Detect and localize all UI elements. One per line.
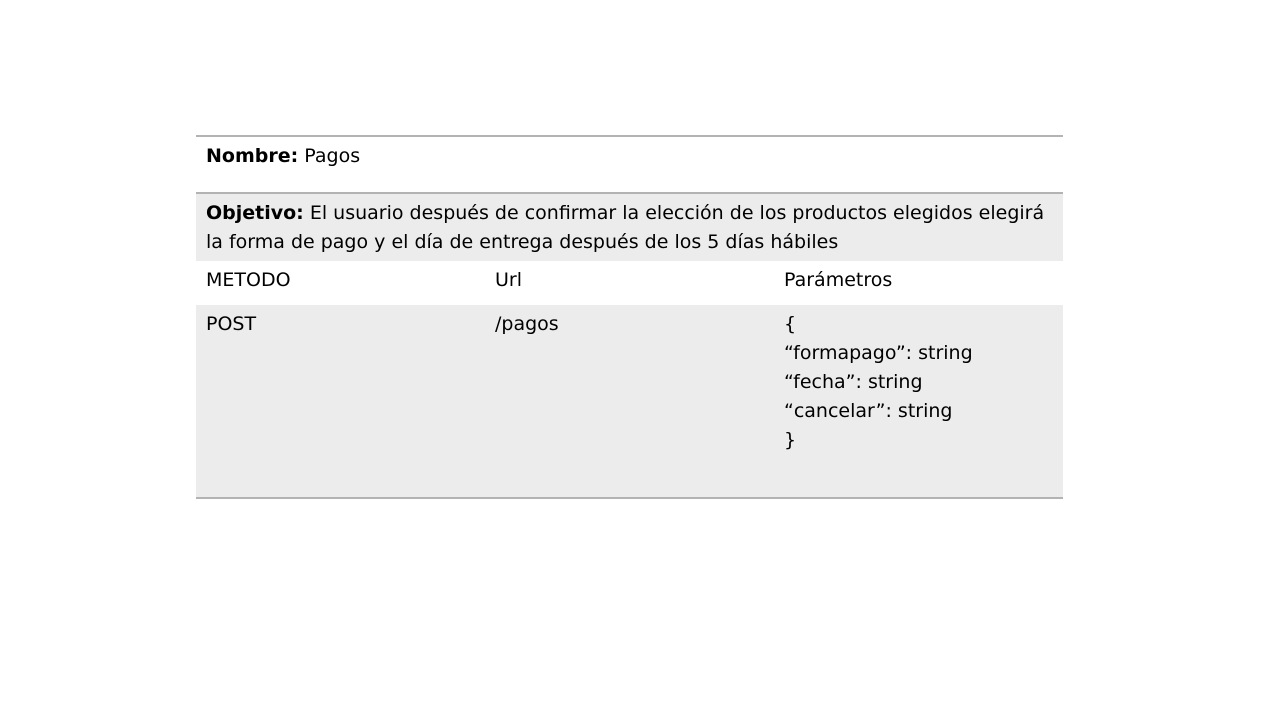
objective-row: Objetivo: El usuario después de confirma… xyxy=(196,194,1063,261)
param-line-cancelar: “cancelar”: string xyxy=(784,400,953,422)
column-header-params: Parámetros xyxy=(784,269,893,291)
param-line-fecha: “fecha”: string xyxy=(784,371,923,393)
endpoint-params: { “formapago”: string “fecha”: string “c… xyxy=(774,310,1063,497)
endpoint-method: POST xyxy=(206,313,257,335)
column-header-row: METODO Url Parámetros xyxy=(196,261,1063,305)
column-header-method: METODO xyxy=(206,269,291,291)
endpoint-url: /pagos xyxy=(495,313,559,335)
column-header-url: Url xyxy=(495,269,522,291)
name-row: Nombre: Pagos xyxy=(196,137,1063,194)
name-label: Nombre: xyxy=(206,145,299,167)
param-line-open: { xyxy=(784,313,797,335)
param-line-close: } xyxy=(784,429,797,451)
param-line-formapago: “formapago”: string xyxy=(784,342,973,364)
endpoint-row: POST /pagos { “formapago”: string “fecha… xyxy=(196,305,1063,497)
objective-label: Objetivo: xyxy=(206,202,304,224)
slide: Nombre: Pagos Objetivo: El usuario despu… xyxy=(0,0,1280,720)
api-spec-table: Nombre: Pagos Objetivo: El usuario despu… xyxy=(196,135,1063,499)
objective-value: El usuario después de confirmar la elecc… xyxy=(206,202,1045,253)
name-value: Pagos xyxy=(298,145,361,167)
